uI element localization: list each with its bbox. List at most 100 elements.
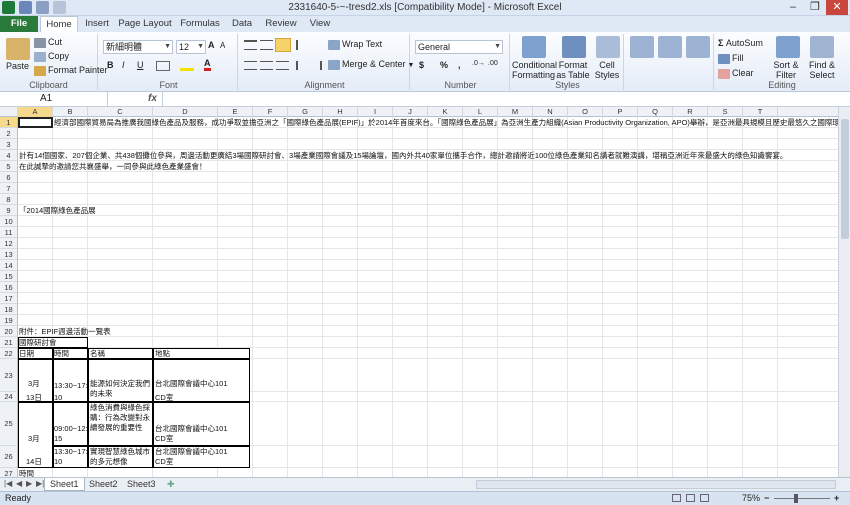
column-header-c[interactable]: C [88,107,153,117]
tab-view[interactable]: View [304,16,336,32]
decrease-indent-icon[interactable] [296,61,308,70]
column-header-l[interactable]: L [463,107,498,117]
row-header[interactable]: 18 [0,304,18,315]
column-header-m[interactable]: M [498,107,533,117]
row-header[interactable]: 5 [0,161,18,172]
next-sheet-icon[interactable]: ▶ [26,479,32,488]
row-header[interactable]: 25 [0,402,18,446]
row-header[interactable]: 22 [0,348,18,359]
tab-formulas[interactable]: Formulas [178,16,222,32]
row-header[interactable]: 20 [0,326,18,337]
name-box[interactable]: A1 [0,92,108,106]
format-as-table-button[interactable]: Format as Table [556,60,590,80]
first-sheet-icon[interactable]: |◀ [4,479,12,488]
currency-button[interactable]: $ [419,60,424,70]
row-header[interactable]: 3 [0,139,18,150]
increase-indent-icon[interactable] [310,61,322,70]
row-header[interactable]: 17 [0,293,18,304]
last-sheet-icon[interactable]: ▶| [36,479,44,488]
row-header[interactable]: 21 [0,337,18,348]
vertical-scrollbar[interactable] [838,107,850,477]
row-header[interactable]: 1 [0,117,18,128]
row-header[interactable]: 11 [0,227,18,238]
row-header[interactable]: 13 [0,249,18,260]
tab-insert[interactable]: Insert [80,16,114,32]
shrink-font-icon[interactable]: A [220,41,225,50]
minimize-button[interactable]: – [782,0,804,15]
prev-sheet-icon[interactable]: ◀ [16,479,22,488]
fx-icon[interactable]: fx [148,93,157,104]
autosum-button[interactable]: Σ AutoSum [718,38,763,48]
column-header-g[interactable]: G [288,107,323,117]
insert-sheet-icon[interactable]: ✚ [162,478,180,491]
row-header[interactable]: 26 [0,446,18,468]
row-header[interactable]: 7 [0,183,18,194]
column-header-s[interactable]: S [708,107,743,117]
formula-input[interactable] [162,92,838,106]
column-header-t[interactable]: T [743,107,778,117]
column-header-q[interactable]: Q [638,107,673,117]
conditional-formatting-button[interactable]: Conditional Formatting [512,60,557,80]
format-painter-button[interactable]: Format Painter [34,65,108,76]
zoom-slider[interactable] [774,498,830,499]
column-header-n[interactable]: N [533,107,568,117]
page-break-view-icon[interactable] [700,494,709,502]
align-center-icon[interactable] [260,61,273,70]
tab-file[interactable]: File [0,16,38,32]
column-header-h[interactable]: H [323,107,358,117]
paste-button[interactable]: Paste [6,61,29,71]
row-header[interactable]: 2 [0,128,18,139]
column-header-i[interactable]: I [358,107,393,117]
borders-icon[interactable] [156,61,170,71]
row-header[interactable]: 9 [0,205,18,216]
worksheet-grid[interactable]: 1 2 3 4 5 6 7 8 9 10 11 12 13 14 15 16 17 18 19 20 21 22 23 24 2… [0,117,838,477]
close-button[interactable]: ✕ [826,0,848,15]
clear-button[interactable]: Clear [718,68,754,79]
tab-page-layout[interactable]: Page Layout [118,16,172,32]
number-format-select[interactable]: General ▼ [415,40,503,54]
tab-data[interactable]: Data [226,16,258,32]
font-size-select[interactable]: 12 ▼ [176,40,206,54]
align-left-icon[interactable] [244,61,257,70]
percent-button[interactable]: % [440,60,448,70]
selected-cell-a1[interactable] [18,117,53,128]
zoom-out-button[interactable]: − [764,492,769,505]
row-header[interactable]: 19 [0,315,18,326]
row-header[interactable]: 23 [0,359,18,392]
sort-filter-button[interactable]: Sort & Filter [770,60,802,80]
decrease-decimal-icon[interactable]: .00 [488,60,498,67]
fill-color-icon[interactable] [180,59,194,71]
column-header-d[interactable]: D [153,107,218,117]
column-header-f[interactable]: F [253,107,288,117]
row-header[interactable]: 6 [0,172,18,183]
cut-button[interactable]: Cut [34,37,62,48]
sheet-tab-sheet2[interactable]: Sheet2 [84,478,123,491]
row-header[interactable]: 12 [0,238,18,249]
tab-review[interactable]: Review [262,16,300,32]
scroll-thumb[interactable] [841,119,849,239]
row-header[interactable]: 16 [0,282,18,293]
fill-button[interactable]: Fill [718,53,744,64]
page-layout-view-icon[interactable] [686,494,695,502]
merge-center-button[interactable]: Merge & Center ▼ [328,59,414,70]
zoom-level[interactable]: 75% [742,492,760,505]
zoom-slider-thumb[interactable] [794,494,798,503]
select-all-corner[interactable] [0,107,18,117]
align-right-icon[interactable] [276,61,289,70]
cell-styles-button[interactable]: Cell Styles [592,60,622,80]
row-header[interactable]: 14 [0,260,18,271]
row-header[interactable]: 27 [0,468,18,477]
align-top-icon[interactable] [244,40,257,50]
sheet-tab-sheet3[interactable]: Sheet3 [122,478,161,491]
copy-button[interactable]: Copy [34,51,69,62]
font-name-select[interactable]: 新細明體 ▼ [103,40,173,54]
font-color-icon[interactable]: A [204,58,211,71]
align-bottom-icon[interactable] [275,38,291,52]
find-select-button[interactable]: Find & Select [804,60,840,80]
row-header[interactable]: 4 [0,150,18,161]
bold-button[interactable]: B [107,60,114,70]
normal-view-icon[interactable] [672,494,681,502]
column-header-j[interactable]: J [393,107,428,117]
column-header-b[interactable]: B [53,107,88,117]
align-middle-icon[interactable] [260,40,273,50]
